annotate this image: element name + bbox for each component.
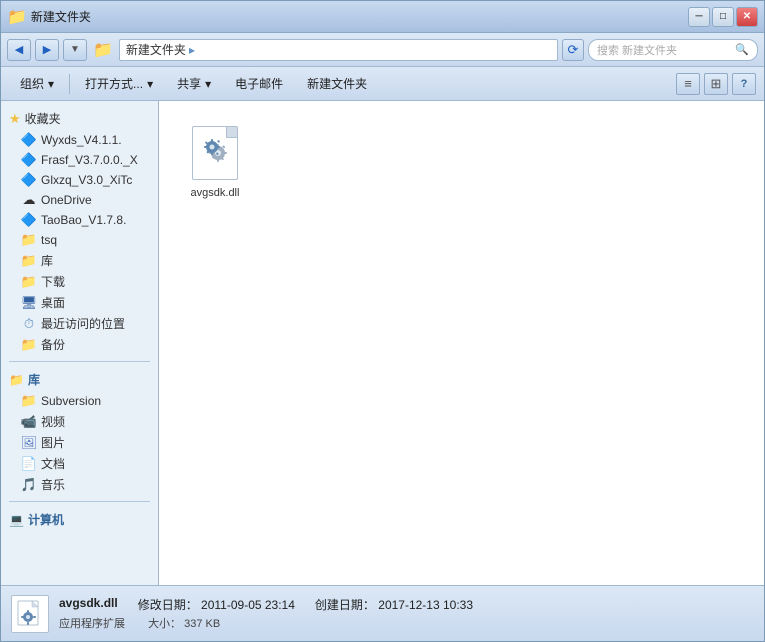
window-controls: ─ □ ✕ — [688, 7, 758, 27]
app-icon: 🔷 — [21, 152, 37, 168]
app-icon: 🔷 — [21, 212, 37, 228]
status-created-label: 创建日期： 2017-12-13 10:33 — [315, 596, 473, 613]
video-icon: 📹 — [21, 414, 37, 430]
sidebar-item-music[interactable]: 🎵 音乐 — [1, 474, 158, 495]
refresh-button[interactable]: ⟳ — [562, 39, 584, 61]
sidebar-item-tsq[interactable]: 📁 tsq — [1, 230, 158, 250]
library-header[interactable]: 📁 库 — [1, 368, 158, 391]
search-icon: 🔍 — [735, 43, 749, 56]
music-icon: 🎵 — [21, 477, 37, 493]
sidebar-item-wyxds[interactable]: 🔷 Wyxds_V4.1.1. — [1, 130, 158, 150]
address-bar: ◀ ▶ ▼ 📁 新建文件夹 ▸ ⟳ 搜索 新建文件夹 🔍 — [1, 33, 764, 67]
up-button[interactable]: ▼ — [63, 39, 87, 61]
breadcrumb-bar[interactable]: 新建文件夹 ▸ — [119, 39, 558, 61]
toolbar-separator-1 — [69, 74, 70, 94]
library-folder-icon: 📁 — [9, 373, 24, 387]
maximize-button[interactable]: □ — [712, 7, 734, 27]
app-icon: 🔷 — [21, 172, 37, 188]
documents-icon: 📄 — [21, 456, 37, 472]
sidebar-item-video[interactable]: 📹 视频 — [1, 411, 158, 432]
sidebar-item-desktop[interactable]: 🖥 桌面 — [1, 292, 158, 313]
file-item-avgsdk[interactable]: avgsdk.dll — [175, 117, 255, 205]
sidebar-item-frasf[interactable]: 🔷 Frasf_V3.7.0.0._X — [1, 150, 158, 170]
sidebar-item-glxzq[interactable]: 🔷 Glxzq_V3.0_XiTc — [1, 170, 158, 190]
sidebar-item-ku[interactable]: 📁 库 — [1, 250, 158, 271]
sidebar-item-subversion[interactable]: 📁 Subversion — [1, 391, 158, 411]
folder-icon: 🖥 — [21, 295, 37, 311]
sidebar-item-recent[interactable]: ⏱ 最近访问的位置 — [1, 313, 158, 334]
title-bar-content: 📁 新建文件夹 — [7, 7, 688, 27]
sidebar-item-backup[interactable]: 📁 备份 — [1, 334, 158, 355]
computer-header[interactable]: 💻 计算机 — [1, 508, 158, 531]
status-modified-label: 修改日期： 2011-09-05 23:14 — [138, 596, 295, 613]
recent-icon: ⏱ — [21, 316, 37, 332]
status-type: 应用程序扩展 — [59, 618, 125, 630]
folder-icon: 📁 — [7, 7, 27, 27]
breadcrumb-text: 新建文件夹 — [126, 41, 186, 58]
view-options-button[interactable]: ≡ — [676, 73, 700, 95]
folder-icon: 📁 — [21, 274, 37, 290]
folder-icon: 📁 — [21, 337, 37, 353]
computer-icon: 💻 — [9, 513, 24, 527]
breadcrumb-arrow: ▸ — [189, 43, 195, 57]
help-button[interactable]: ? — [732, 73, 756, 95]
email-button[interactable]: 电子邮件 — [224, 71, 294, 97]
title-bar: 📁 新建文件夹 ─ □ ✕ — [1, 1, 764, 33]
toolbar-right: ≡ ⊞ ? — [676, 73, 756, 95]
minimize-button[interactable]: ─ — [688, 7, 710, 27]
window-title: 新建文件夹 — [31, 8, 688, 25]
status-size: 大小： 337 KB — [148, 618, 220, 630]
status-file-icon — [11, 595, 49, 633]
folder-icon: 📁 — [21, 232, 37, 248]
file-area[interactable]: avgsdk.dll — [159, 101, 764, 585]
library-section: 📁 库 📁 Subversion 📹 视频 🖼 图片 📄 文档 — [1, 368, 158, 495]
back-button[interactable]: ◀ — [7, 39, 31, 61]
close-button[interactable]: ✕ — [736, 7, 758, 27]
favorites-star-icon: ★ — [9, 111, 21, 127]
pictures-icon: 🖼 — [21, 435, 37, 451]
main-area: ★ 收藏夹 🔷 Wyxds_V4.1.1. 🔷 Frasf_V3.7.0.0._… — [1, 101, 764, 585]
toolbar: 组织 ▾ 打开方式... ▾ 共享 ▾ 电子邮件 新建文件夹 ≡ ⊞ ? — [1, 67, 764, 101]
sidebar-divider-2 — [9, 501, 150, 502]
app-icon: 🔷 — [21, 132, 37, 148]
computer-section: 💻 计算机 — [1, 508, 158, 531]
organize-button[interactable]: 组织 ▾ — [9, 71, 65, 97]
open-mode-button[interactable]: 打开方式... ▾ — [74, 71, 164, 97]
status-info: avgsdk.dll 修改日期： 2011-09-05 23:14 创建日期： … — [59, 596, 473, 631]
view-list-button[interactable]: ⊞ — [704, 73, 728, 95]
dll-page-icon — [192, 126, 238, 180]
sidebar-item-download[interactable]: 📁 下载 — [1, 271, 158, 292]
sidebar-item-pictures[interactable]: 🖼 图片 — [1, 432, 158, 453]
gear-icon — [198, 133, 232, 174]
sidebar-divider-1 — [9, 361, 150, 362]
sidebar-item-taobao[interactable]: 🔷 TaoBao_V1.7.8. — [1, 210, 158, 230]
folder-icon: 📁 — [21, 393, 37, 409]
forward-button[interactable]: ▶ — [35, 39, 59, 61]
sidebar: ★ 收藏夹 🔷 Wyxds_V4.1.1. 🔷 Frasf_V3.7.0.0._… — [1, 101, 159, 585]
search-bar[interactable]: 搜索 新建文件夹 🔍 — [588, 39, 758, 61]
cloud-icon: ☁ — [21, 192, 37, 208]
status-row-1: avgsdk.dll 修改日期： 2011-09-05 23:14 创建日期： … — [59, 596, 473, 613]
file-icon-wrapper — [185, 123, 245, 183]
new-folder-button[interactable]: 新建文件夹 — [296, 71, 378, 97]
share-button[interactable]: 共享 ▾ — [166, 71, 222, 97]
main-window: 📁 新建文件夹 ─ □ ✕ ◀ ▶ ▼ 📁 新建文件夹 ▸ ⟳ 搜索 新建文件夹… — [0, 0, 765, 642]
favorites-section: ★ 收藏夹 🔷 Wyxds_V4.1.1. 🔷 Frasf_V3.7.0.0._… — [1, 107, 158, 355]
status-bar: avgsdk.dll 修改日期： 2011-09-05 23:14 创建日期： … — [1, 585, 764, 641]
sidebar-item-documents[interactable]: 📄 文档 — [1, 453, 158, 474]
favorites-header[interactable]: ★ 收藏夹 — [1, 107, 158, 130]
address-folder-icon: 📁 — [93, 40, 113, 60]
status-filename: avgsdk.dll — [59, 596, 118, 613]
file-label: avgsdk.dll — [191, 187, 240, 199]
status-row-2: 应用程序扩展 大小： 337 KB — [59, 615, 473, 631]
folder-icon: 📁 — [21, 253, 37, 269]
search-placeholder: 搜索 新建文件夹 — [597, 42, 677, 58]
sidebar-item-onedrive[interactable]: ☁ OneDrive — [1, 190, 158, 210]
